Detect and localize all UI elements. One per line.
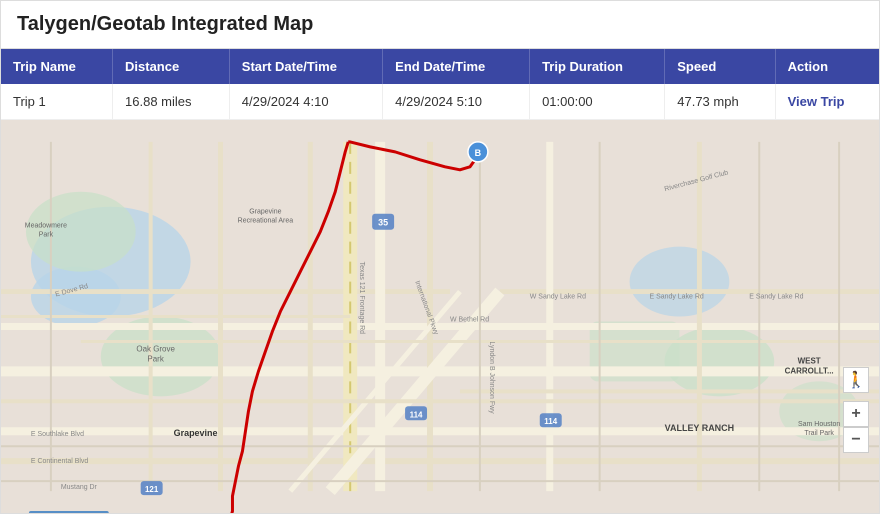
cell-end-datetime: 4/29/2024 5:10 — [383, 84, 530, 120]
map-zoom-controls: + − — [843, 401, 869, 453]
cell-trip-name: Trip 1 — [1, 84, 113, 120]
zoom-in-button[interactable]: + — [843, 401, 869, 427]
app-container: Talygen/Geotab Integrated Map Trip Name … — [0, 0, 880, 514]
col-trip-duration: Trip Duration — [530, 49, 665, 84]
cell-speed: 47.73 mph — [665, 84, 775, 120]
view-trip-link[interactable]: View Trip — [788, 94, 845, 109]
table-section: Trip Name Distance Start Date/Time End D… — [1, 49, 879, 120]
svg-text:E Continental Blvd: E Continental Blvd — [31, 458, 88, 465]
svg-text:W Bethel Rd: W Bethel Rd — [450, 316, 489, 323]
svg-text:B: B — [475, 148, 482, 158]
cell-trip-duration: 01:00:00 — [530, 84, 665, 120]
svg-text:Grapevine: Grapevine — [174, 428, 218, 438]
svg-text:E Sandy Lake Rd: E Sandy Lake Rd — [650, 294, 704, 301]
svg-text:Lyndon B Johnson Fwy: Lyndon B Johnson Fwy — [488, 341, 495, 414]
app-title: Talygen/Geotab Integrated Map — [1, 1, 879, 49]
table-header-row: Trip Name Distance Start Date/Time End D… — [1, 49, 879, 84]
cell-distance: 16.88 miles — [113, 84, 230, 120]
map-svg: 35 114 121 114 E Dove Rd E Southlake Blv… — [1, 120, 879, 513]
svg-text:Mustang Dr: Mustang Dr — [61, 484, 98, 491]
table-row: Trip 1 16.88 miles 4/29/2024 4:10 4/29/2… — [1, 84, 879, 120]
col-action: Action — [775, 49, 879, 84]
cell-start-datetime: 4/29/2024 4:10 — [229, 84, 382, 120]
map-container[interactable]: 35 114 121 114 E Dove Rd E Southlake Blv… — [1, 120, 879, 513]
svg-text:WEST: WEST — [798, 356, 821, 365]
svg-text:Oak Grove: Oak Grove — [136, 344, 175, 353]
svg-text:Sam Houston: Sam Houston — [798, 421, 840, 428]
col-start-datetime: Start Date/Time — [229, 49, 382, 84]
svg-text:Texas 121 Frontage Rd: Texas 121 Frontage Rd — [358, 262, 365, 335]
trips-table: Trip Name Distance Start Date/Time End D… — [1, 49, 879, 120]
cell-action: View Trip — [775, 84, 879, 120]
svg-text:114: 114 — [410, 410, 423, 419]
svg-text:E Sandy Lake Rd: E Sandy Lake Rd — [749, 294, 803, 301]
svg-text:W Sandy Lake Rd: W Sandy Lake Rd — [530, 294, 586, 301]
svg-text:E Southlake Blvd: E Southlake Blvd — [31, 431, 84, 438]
col-distance: Distance — [113, 49, 230, 84]
svg-text:Park: Park — [147, 354, 163, 363]
svg-text:35: 35 — [378, 218, 388, 228]
svg-text:Park: Park — [39, 232, 54, 239]
col-trip-name: Trip Name — [1, 49, 113, 84]
svg-text:121: 121 — [145, 485, 159, 494]
svg-text:Trail Park: Trail Park — [804, 430, 834, 437]
svg-text:Meadowmere: Meadowmere — [25, 223, 67, 230]
svg-text:Recreational Area: Recreational Area — [238, 218, 294, 225]
svg-text:CARROLLT...: CARROLLT... — [785, 366, 834, 375]
svg-text:114: 114 — [544, 417, 557, 426]
svg-text:Grapevine: Grapevine — [249, 209, 281, 216]
col-end-datetime: End Date/Time — [383, 49, 530, 84]
col-speed: Speed — [665, 49, 775, 84]
svg-text:VALLEY RANCH: VALLEY RANCH — [665, 423, 734, 433]
zoom-out-button[interactable]: − — [843, 427, 869, 453]
street-view-icon[interactable]: 🚶 — [843, 367, 869, 393]
